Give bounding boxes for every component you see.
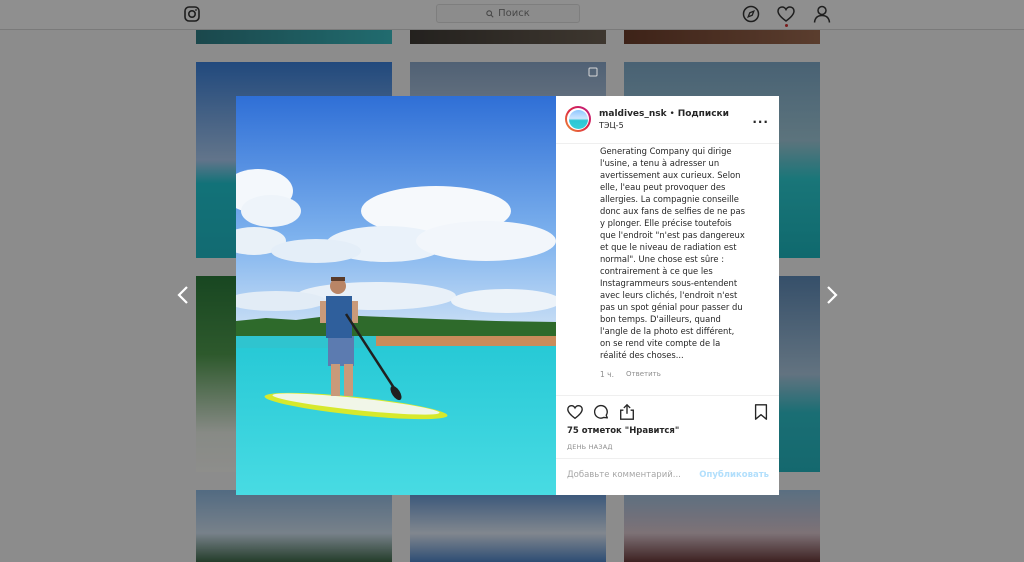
grid-tile[interactable] (624, 490, 820, 562)
previous-post-arrow-icon[interactable] (176, 284, 190, 306)
post-header: maldives_nsk • Подписки ТЭЦ-5 ... (556, 96, 779, 144)
caption-line: réalité des choses... (600, 350, 684, 360)
caption-line: on se rend vite compte de la (600, 338, 721, 348)
caption-line: pas un spot génial pour passer du (600, 302, 743, 312)
carousel-icon (588, 67, 598, 77)
like-heart-icon[interactable] (566, 403, 584, 421)
notification-dot (785, 24, 788, 27)
next-post-arrow-icon[interactable] (825, 284, 839, 306)
heart-icon[interactable] (776, 4, 796, 24)
location-link[interactable]: ТЭЦ-5 (599, 121, 624, 130)
post-modal: maldives_nsk • Подписки ТЭЦ-5 ... Genera… (236, 96, 779, 495)
likes-count[interactable]: 75 отметок "Нравится" (567, 426, 679, 436)
post-details-panel: maldives_nsk • Подписки ТЭЦ-5 ... Genera… (556, 96, 779, 495)
comment-bubble-icon[interactable] (592, 403, 610, 421)
username-link[interactable]: maldives_nsk (599, 109, 667, 119)
divider (556, 458, 779, 459)
caption-line: Instagrammeurs sous-entendent (600, 278, 738, 288)
reply-button[interactable]: Ответить (626, 370, 661, 379)
comment-meta: 1 ч. Ответить (600, 370, 661, 379)
post-photo[interactable] (236, 96, 556, 495)
separator: • (669, 109, 675, 119)
instagram-icon[interactable] (184, 6, 200, 22)
caption-line: allergies. La compagnie conseille (600, 194, 739, 204)
grid-tile[interactable] (410, 30, 606, 44)
caption-line: l'angle de la photo est différent, (600, 326, 735, 336)
bookmark-icon[interactable] (752, 403, 770, 421)
grid-tile[interactable] (624, 30, 820, 44)
profile-icon[interactable] (812, 4, 832, 24)
search-input[interactable]: Поиск (436, 4, 580, 23)
caption-line: elle, l'eau peut provoquer des (600, 182, 726, 192)
caption-line: bon temps. D'ailleurs, quand (600, 314, 721, 324)
search-icon (486, 9, 494, 18)
share-icon[interactable] (618, 403, 636, 421)
search-placeholder: Поиск (498, 8, 530, 19)
caption-line: que l'endroit "n'est pas dangereux (600, 230, 745, 240)
caption-line: et que le niveau de radiation est (600, 242, 737, 252)
caption-line: y plonger. Elle précise toutefois (600, 218, 732, 228)
caption-line: avec leurs clichés, l'endroit n'est (600, 290, 738, 300)
caption-line: normal". Une chose est sûre : (600, 254, 725, 264)
caption-text: Generating Company qui dirige l'usine, a… (600, 145, 750, 361)
divider (556, 395, 779, 396)
post-timestamp: ДЕНЬ НАЗАД (567, 443, 613, 451)
avatar[interactable] (565, 106, 591, 132)
grid-tile[interactable] (196, 30, 392, 44)
top-nav-bar: Поиск (0, 0, 1024, 30)
caption-line: contrairement à ce que les (600, 266, 713, 276)
following-button[interactable]: Подписки (678, 109, 729, 119)
caption-line: donc aux fans de selfies de ne pas (600, 206, 745, 216)
user-line: maldives_nsk • Подписки (599, 109, 729, 119)
post-photo-illustration (236, 96, 556, 495)
grid-tile[interactable] (196, 490, 392, 562)
caption-line: Generating Company qui dirige (600, 146, 732, 156)
more-options-icon[interactable]: ... (752, 112, 769, 126)
compass-icon[interactable] (741, 4, 761, 24)
publish-comment-button[interactable]: Опубликовать (699, 470, 769, 480)
grid-tile[interactable] (410, 490, 606, 562)
comment-age: 1 ч. (600, 370, 614, 379)
caption-line: avertissement aux curieux. Selon (600, 170, 741, 180)
comment-input[interactable]: Добавьте комментарий... (567, 470, 681, 480)
caption-line: l'usine, a tenu à adresser un (600, 158, 720, 168)
